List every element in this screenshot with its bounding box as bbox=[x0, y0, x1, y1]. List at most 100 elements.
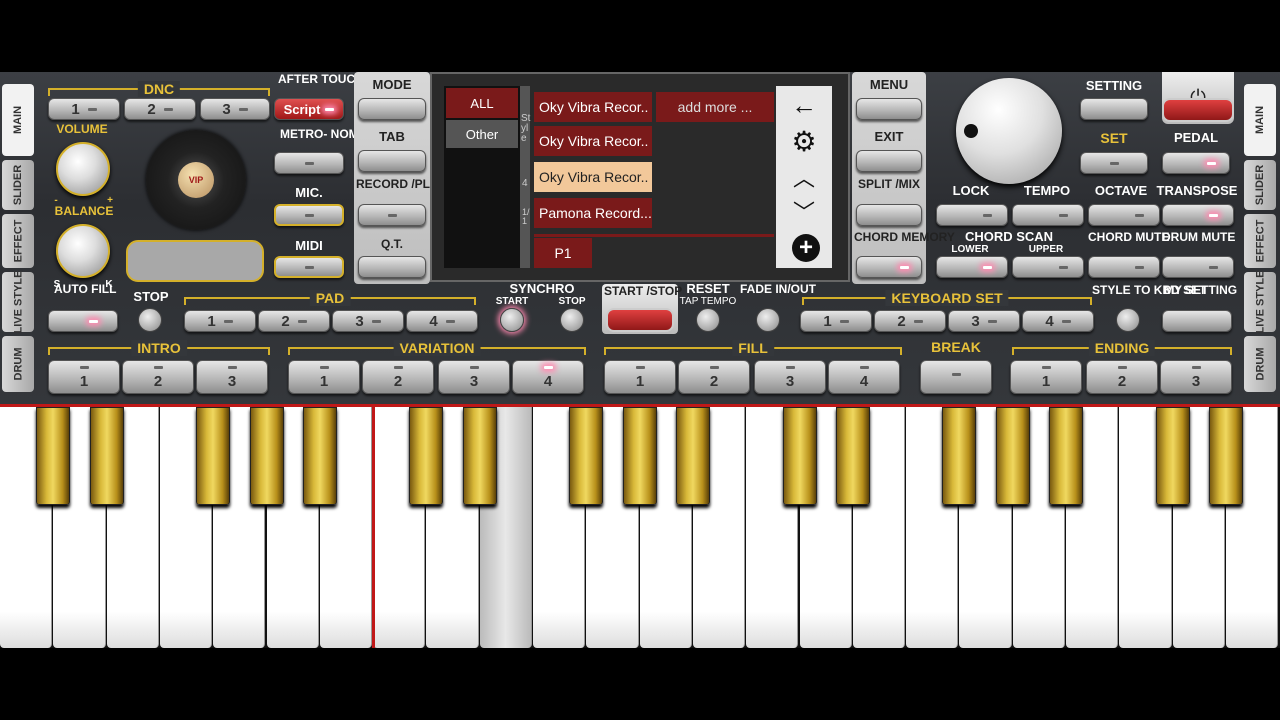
variation-button-1[interactable]: 1 bbox=[288, 360, 360, 394]
variation-button-3[interactable]: 3 bbox=[438, 360, 510, 394]
fill-button-3[interactable]: 3 bbox=[754, 360, 826, 394]
pad-button-2[interactable]: 2 bbox=[258, 310, 330, 332]
side-tab-slider-left[interactable]: SLIDER bbox=[2, 160, 34, 210]
metronome-button[interactable] bbox=[274, 152, 344, 174]
side-tab-drum-right[interactable]: DRUM bbox=[1244, 336, 1276, 392]
start-stop-button[interactable] bbox=[606, 308, 674, 332]
synchro-stop-knob[interactable] bbox=[560, 308, 584, 332]
page-tab-p1[interactable]: P1 bbox=[534, 238, 592, 268]
tempo-dial[interactable] bbox=[956, 78, 1062, 184]
side-tab-main-left[interactable]: MAIN bbox=[2, 84, 34, 156]
chord-mute-button[interactable] bbox=[1088, 256, 1160, 278]
power-button[interactable] bbox=[1162, 98, 1234, 122]
midi-button[interactable] bbox=[274, 256, 344, 278]
auto-fill-button[interactable] bbox=[48, 310, 118, 332]
black-key[interactable] bbox=[995, 407, 1030, 505]
side-tab-live-style-left[interactable]: LIVE STYLE bbox=[2, 271, 34, 333]
dnc-button-2[interactable]: 2 bbox=[124, 98, 196, 120]
black-key[interactable] bbox=[942, 407, 977, 505]
octave-button[interactable] bbox=[1088, 204, 1160, 226]
synchro-start-knob[interactable] bbox=[500, 308, 524, 332]
fill-button-4[interactable]: 4 bbox=[828, 360, 900, 394]
style-item-2[interactable]: Oky Vibra Recor.. bbox=[534, 126, 652, 156]
pad-stop-knob[interactable] bbox=[138, 308, 162, 332]
black-key[interactable] bbox=[196, 407, 231, 505]
style-item-3-selected[interactable]: Oky Vibra Recor.. bbox=[534, 162, 652, 192]
chord-memory-button[interactable] bbox=[856, 256, 922, 278]
category-other[interactable]: Other bbox=[446, 120, 518, 148]
black-key[interactable] bbox=[675, 407, 710, 505]
pad-button-4[interactable]: 4 bbox=[406, 310, 478, 332]
balance-knob[interactable] bbox=[56, 224, 110, 278]
setting-button[interactable] bbox=[1080, 98, 1148, 120]
reset-knob[interactable] bbox=[696, 308, 720, 332]
style-item-1[interactable]: Oky Vibra Recor.. bbox=[534, 92, 652, 122]
pad-button-3[interactable]: 3 bbox=[332, 310, 404, 332]
qt-button[interactable] bbox=[358, 256, 426, 278]
black-key[interactable] bbox=[1208, 407, 1243, 505]
category-all[interactable]: ALL bbox=[446, 88, 518, 118]
intro-button-2[interactable]: 2 bbox=[122, 360, 194, 394]
my-setting-button[interactable] bbox=[1162, 310, 1232, 332]
keyboard-set-button-4[interactable]: 4 bbox=[1022, 310, 1094, 332]
ending-button-2[interactable]: 2 bbox=[1086, 360, 1158, 394]
keyboard-set-button-1[interactable]: 1 bbox=[800, 310, 872, 332]
set-button[interactable] bbox=[1080, 152, 1148, 174]
pad-button-1[interactable]: 1 bbox=[184, 310, 256, 332]
transpose-button[interactable] bbox=[1162, 204, 1234, 226]
settings-gear-icon[interactable]: ⚙ bbox=[776, 124, 832, 160]
black-key[interactable] bbox=[1155, 407, 1190, 505]
chevron-down-icon[interactable]: ﹀ bbox=[776, 196, 832, 230]
black-key[interactable] bbox=[1049, 407, 1083, 505]
break-button[interactable] bbox=[920, 360, 992, 394]
mode-button[interactable] bbox=[358, 98, 426, 120]
pedal-button[interactable] bbox=[1162, 152, 1230, 174]
side-tab-slider-right[interactable]: SLIDER bbox=[1244, 160, 1276, 210]
menu-button[interactable] bbox=[856, 98, 922, 120]
style-to-kbd-knob[interactable] bbox=[1116, 308, 1140, 332]
side-tab-main-right[interactable]: MAIN bbox=[1244, 84, 1276, 156]
intro-button-1[interactable]: 1 bbox=[48, 360, 120, 394]
side-tab-live-style-right[interactable]: LIVE STYLE bbox=[1244, 271, 1276, 333]
black-key[interactable] bbox=[89, 407, 124, 505]
black-key[interactable] bbox=[835, 407, 870, 505]
black-key[interactable] bbox=[462, 407, 497, 505]
black-key[interactable] bbox=[36, 407, 71, 505]
tab-button[interactable] bbox=[358, 150, 426, 172]
jog-disc[interactable]: VIP bbox=[146, 130, 246, 230]
fill-button-2[interactable]: 2 bbox=[678, 360, 750, 394]
black-key[interactable] bbox=[249, 407, 284, 505]
tempo-button[interactable] bbox=[1012, 204, 1084, 226]
black-key[interactable] bbox=[302, 407, 337, 505]
ending-button-3[interactable]: 3 bbox=[1160, 360, 1232, 394]
dnc-button-3[interactable]: 3 bbox=[200, 98, 270, 120]
black-key[interactable] bbox=[569, 407, 604, 505]
display-pad[interactable] bbox=[126, 240, 264, 282]
keyboard-set-button-3[interactable]: 3 bbox=[948, 310, 1020, 332]
keyboard-set-button-2[interactable]: 2 bbox=[874, 310, 946, 332]
chord-scan-lower-button[interactable] bbox=[936, 256, 1008, 278]
black-key[interactable] bbox=[782, 407, 817, 505]
dnc-button-1[interactable]: 1 bbox=[48, 98, 120, 120]
lock-button[interactable] bbox=[936, 204, 1008, 226]
chevron-up-icon[interactable]: ︿ bbox=[776, 162, 832, 196]
variation-button-2[interactable]: 2 bbox=[362, 360, 434, 394]
record-play-button[interactable] bbox=[358, 204, 426, 226]
side-tab-drum-left[interactable]: DRUM bbox=[2, 336, 34, 392]
mic-button[interactable] bbox=[274, 204, 344, 226]
drum-mute-button[interactable] bbox=[1162, 256, 1234, 278]
variation-button-4[interactable]: 4 bbox=[512, 360, 584, 394]
fill-button-1[interactable]: 1 bbox=[604, 360, 676, 394]
script-button[interactable]: Script bbox=[274, 98, 344, 120]
black-key[interactable] bbox=[409, 407, 444, 505]
intro-button-3[interactable]: 3 bbox=[196, 360, 268, 394]
black-key[interactable] bbox=[622, 407, 657, 505]
side-tab-effect-left[interactable]: EFFECT bbox=[2, 214, 34, 268]
exit-button[interactable] bbox=[856, 150, 922, 172]
ending-button-1[interactable]: 1 bbox=[1010, 360, 1082, 394]
add-more-button[interactable]: add more ... bbox=[656, 92, 774, 122]
side-tab-effect-right[interactable]: EFFECT bbox=[1244, 214, 1276, 268]
style-item-4[interactable]: Pamona Record... bbox=[534, 198, 652, 228]
add-circle-icon[interactable]: + bbox=[792, 234, 820, 262]
back-arrow-icon[interactable]: ← bbox=[776, 88, 832, 122]
